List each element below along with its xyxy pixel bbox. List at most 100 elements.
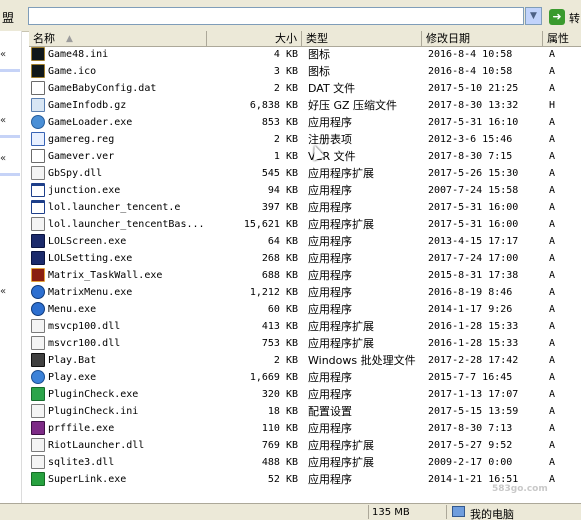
file-row[interactable]: gamereg.reg 2 KB 注册表项 2012-3-6 15:46 A <box>29 131 581 148</box>
file-row[interactable]: MatrixMenu.exe 1,212 KB 应用程序 2016-8-19 8:46… <box>29 284 581 301</box>
file-row[interactable]: msvcp100.dll 413 KB 应用程序扩展 2016-1-28 15:33 A <box>29 318 581 335</box>
file-row[interactable]: GbSpy.dll 545 KB 应用程序扩展 2017-5-26 15:30 A <box>29 165 581 182</box>
file-name: Game48.ini <box>48 49 109 60</box>
my-computer-icon <box>452 506 465 517</box>
file-date: 2017-5-15 13:59 <box>428 406 519 417</box>
watermark: 583go.com <box>492 484 548 494</box>
app-icon <box>31 200 45 214</box>
column-size[interactable]: 大小 <box>207 31 302 46</box>
file-date: 2016-8-4 10:58 <box>428 49 513 60</box>
file-row[interactable]: PluginCheck.ini 18 KB 配置设置 2017-5-15 13:59 A <box>29 403 581 420</box>
file-type: 应用程序扩展 <box>308 320 374 333</box>
file-date: 2016-8-4 10:58 <box>428 66 513 77</box>
file-date: 2017-5-31 16:00 <box>428 202 519 213</box>
file-row[interactable]: RiotLauncher.dll 769 KB 应用程序扩展 2017-5-27 9:… <box>29 437 581 454</box>
file-row[interactable]: PluginCheck.exe 320 KB 应用程序 2017-1-13 17:07… <box>29 386 581 403</box>
file-attr: A <box>549 49 556 60</box>
file-row[interactable]: GameLoader.exe 853 KB 应用程序 2017-5-31 16:10 A <box>29 114 581 131</box>
file-row[interactable]: Gamever.ver 1 KB VER 文件 2017-8-30 7:15 A <box>29 148 581 165</box>
file-attr: A <box>549 134 556 145</box>
file-name: GameLoader.exe <box>48 117 133 128</box>
column-size-label: 大小 <box>275 32 297 45</box>
file-size: 769 KB <box>261 440 298 451</box>
column-date[interactable]: 修改日期 <box>422 31 543 46</box>
status-divider <box>446 505 447 519</box>
file-name: lol.launcher_tencent.e <box>48 202 181 213</box>
chevron-down-icon[interactable]: ▼ <box>525 7 542 25</box>
address-input[interactable] <box>28 7 524 25</box>
file-attr: A <box>549 457 556 468</box>
file-row[interactable]: LOLScreen.exe 64 KB 应用程序 2013-4-15 17:17 A <box>29 233 581 250</box>
file-row[interactable]: msvcr100.dll 753 KB 应用程序扩展 2016-1-28 15:33 A <box>29 335 581 352</box>
file-type: 应用程序 <box>308 235 352 248</box>
file-size: 2 KB <box>273 355 298 366</box>
task-pane: « « « « <box>0 31 22 503</box>
file-row[interactable]: LOLSetting.exe 268 KB 应用程序 2017-7-24 17:00 A <box>29 250 581 267</box>
file-size: 397 KB <box>261 202 298 213</box>
file-size: 94 KB <box>267 185 298 196</box>
puzzle-icon <box>31 387 45 401</box>
file-date: 2017-7-24 17:00 <box>428 253 519 264</box>
file-row[interactable]: Play.Bat 2 KB Windows 批处理文件 2017-2-28 17:42… <box>29 352 581 369</box>
file-row[interactable]: Game48.ini 4 KB 图标 2016-8-4 10:58 A <box>29 46 581 63</box>
file-type: 应用程序 <box>308 303 352 316</box>
file-attr: A <box>549 236 556 247</box>
file-type: 应用程序扩展 <box>308 439 374 452</box>
file-date: 2016-1-28 15:33 <box>428 321 519 332</box>
file-date: 2017-5-31 16:00 <box>428 219 519 230</box>
config-icon <box>31 404 45 418</box>
file-type: 应用程序 <box>308 116 352 129</box>
collapse-chevron-icon[interactable]: « <box>0 153 6 164</box>
file-type: 图标 <box>308 65 330 78</box>
file-type: 注册表项 <box>308 133 352 146</box>
file-type: 应用程序 <box>308 473 352 486</box>
collapse-chevron-icon[interactable]: « <box>0 49 6 60</box>
file-size: 688 KB <box>261 270 298 281</box>
file-row[interactable]: Menu.exe 60 KB 应用程序 2014-1-17 9:26 A <box>29 301 581 318</box>
file-size: 753 KB <box>261 338 298 349</box>
file-row[interactable]: junction.exe 94 KB 应用程序 2007-7-24 15:58 A <box>29 182 581 199</box>
file-name: Play.Bat <box>48 355 97 366</box>
file-date: 2017-2-28 17:42 <box>428 355 519 366</box>
file-name: GameBabyConfig.dat <box>48 83 157 94</box>
status-location: 我的电脑 <box>470 508 514 521</box>
file-row[interactable]: sqlite3.dll 488 KB 应用程序扩展 2009-2-17 0:00 A <box>29 454 581 471</box>
file-name: Matrix_TaskWall.exe <box>48 270 163 281</box>
file-size: 18 KB <box>267 406 298 417</box>
file-size: 853 KB <box>261 117 298 128</box>
file-row[interactable]: Matrix_TaskWall.exe 688 KB 应用程序 2015-8-31 1… <box>29 267 581 284</box>
file-size: 1,212 KB <box>249 287 298 298</box>
file-type: 应用程序 <box>308 269 352 282</box>
status-divider <box>368 505 369 519</box>
menu-icon <box>31 285 45 299</box>
column-type[interactable]: 类型 <box>302 31 422 46</box>
file-type: 应用程序 <box>308 371 352 384</box>
go-button[interactable]: ➜ 转 <box>549 8 581 26</box>
dll-icon <box>31 336 45 350</box>
dll-icon <box>31 438 45 452</box>
document-icon <box>31 149 45 163</box>
file-name: GbSpy.dll <box>48 168 103 179</box>
file-size: 15,621 KB <box>243 219 298 230</box>
collapse-chevron-icon[interactable]: « <box>0 115 6 126</box>
file-row[interactable]: prffile.exe 110 KB 应用程序 2017-8-30 7:13 A <box>29 420 581 437</box>
column-name[interactable]: 名称 ▲ <box>29 31 207 46</box>
game-icon <box>31 64 45 78</box>
column-attr[interactable]: 属性 <box>543 31 581 46</box>
file-row[interactable]: GameBabyConfig.dat 2 KB DAT 文件 2017-5-10 21… <box>29 80 581 97</box>
go-label: 转 <box>569 12 580 25</box>
loader-icon <box>31 115 45 129</box>
file-row[interactable]: lol.launcher_tencent.e 397 KB 应用程序 2017-5-3… <box>29 199 581 216</box>
file-name: LOLSetting.exe <box>48 253 133 264</box>
collapse-chevron-icon[interactable]: « <box>0 286 6 297</box>
file-type: Windows 批处理文件 <box>308 354 416 367</box>
file-attr: A <box>549 287 556 298</box>
file-name: GameInfodb.gz <box>48 100 127 111</box>
file-row[interactable]: GameInfodb.gz 6,838 KB 好压 GZ 压缩文件 2017-8-30… <box>29 97 581 114</box>
file-row[interactable]: Game.ico 3 KB 图标 2016-8-4 10:58 A <box>29 63 581 80</box>
file-date: 2016-8-19 8:46 <box>428 287 513 298</box>
file-row[interactable]: Play.exe 1,669 KB 应用程序 2015-7-7 16:45 A <box>29 369 581 386</box>
file-row[interactable]: lol.launcher_tencentBas... 15,621 KB 应用程序扩… <box>29 216 581 233</box>
file-type: 配置设置 <box>308 405 352 418</box>
dll-icon <box>31 166 45 180</box>
